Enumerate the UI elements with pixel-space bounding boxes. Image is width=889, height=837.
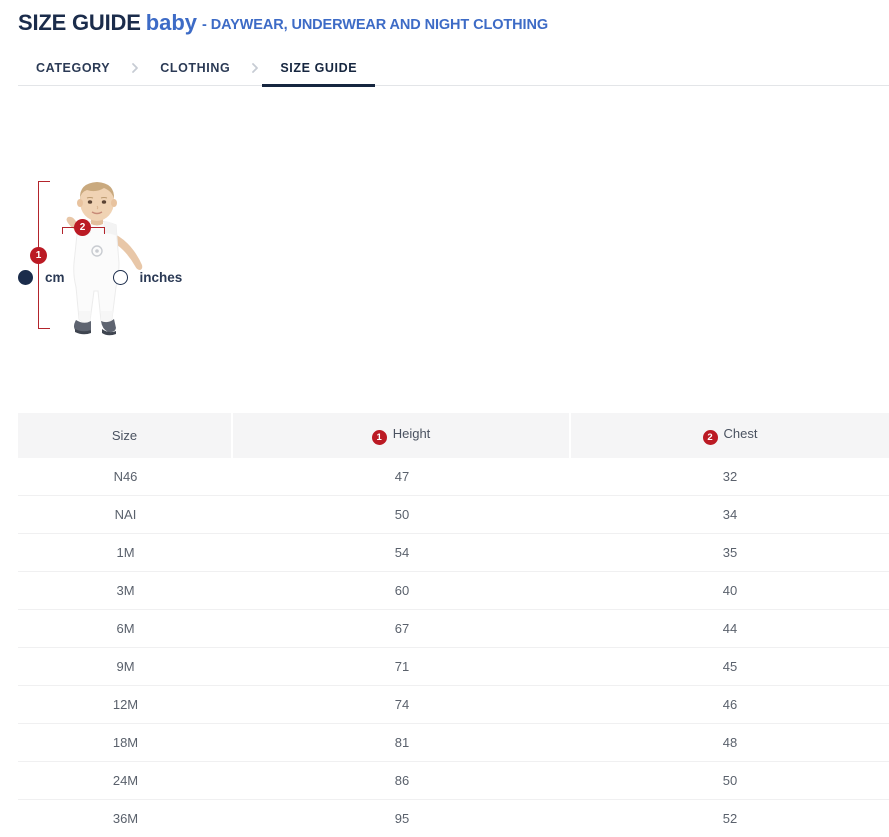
column-header-height-label: Height <box>393 426 431 441</box>
table-row: 36M 95 52 <box>18 800 889 837</box>
cell-size: 3M <box>18 572 233 610</box>
column-header-size: Size <box>18 413 233 458</box>
breadcrumb: CATEGORY CLOTHING SIZE GUIDE <box>18 52 889 86</box>
measurement-figure-zone: 1 2 cm inches <box>0 94 889 349</box>
table-row: NAI 50 34 <box>18 496 889 534</box>
cell-chest: 46 <box>571 686 889 724</box>
cell-chest: 52 <box>571 800 889 837</box>
page-title-main: SIZE GUIDE <box>18 10 141 35</box>
cell-height: 81 <box>233 724 571 762</box>
cell-chest: 34 <box>571 496 889 534</box>
table-row: 1M 54 35 <box>18 534 889 572</box>
size-table-header: Size 1 Height 2 Chest <box>18 413 889 458</box>
page-header: SIZE GUIDEbaby - DAYWEAR, UNDERWEAR AND N… <box>0 0 889 34</box>
chest-badge-icon: 2 <box>703 430 718 445</box>
cell-chest: 50 <box>571 762 889 800</box>
column-header-chest: 2 Chest <box>571 413 889 458</box>
column-header-height: 1 Height <box>233 413 571 458</box>
unit-selector: cm inches <box>18 270 182 285</box>
unit-option-cm-label: cm <box>45 270 65 285</box>
cell-size: NAI <box>18 496 233 534</box>
table-row: N46 47 32 <box>18 458 889 496</box>
chest-measure-badge: 2 <box>74 219 91 236</box>
height-line-bottom-cap <box>38 328 50 329</box>
cell-size: 6M <box>18 610 233 648</box>
cell-chest: 35 <box>571 534 889 572</box>
cell-size: N46 <box>18 458 233 496</box>
table-row: 3M 60 40 <box>18 572 889 610</box>
unit-option-cm[interactable]: cm <box>18 270 65 285</box>
chest-line-right-tick <box>104 227 105 234</box>
cell-size: 36M <box>18 800 233 837</box>
column-header-size-label: Size <box>112 428 137 443</box>
cell-height: 47 <box>233 458 571 496</box>
chevron-right-icon <box>248 61 262 85</box>
radio-inches-icon[interactable] <box>113 270 128 285</box>
page-title-subtitle: - DAYWEAR, UNDERWEAR AND NIGHT CLOTHING <box>202 17 548 33</box>
cell-height: 86 <box>233 762 571 800</box>
page-title: SIZE GUIDEbaby - DAYWEAR, UNDERWEAR AND N… <box>18 12 889 34</box>
table-row: 6M 67 44 <box>18 610 889 648</box>
cell-height: 50 <box>233 496 571 534</box>
cell-chest: 44 <box>571 610 889 648</box>
cell-size: 9M <box>18 648 233 686</box>
table-row: 18M 81 48 <box>18 724 889 762</box>
cell-height: 74 <box>233 686 571 724</box>
size-guide-table: Size 1 Height 2 Chest N46 47 32 NAI 50 34 … <box>18 413 889 837</box>
cell-height: 54 <box>233 534 571 572</box>
page-title-accent: baby <box>146 10 197 35</box>
baby-photo <box>46 179 148 337</box>
column-header-chest-label: Chest <box>724 426 758 441</box>
cell-chest: 32 <box>571 458 889 496</box>
breadcrumb-item-category[interactable]: CATEGORY <box>18 61 128 85</box>
unit-option-inches[interactable]: inches <box>113 270 183 285</box>
cell-size: 1M <box>18 534 233 572</box>
cell-height: 71 <box>233 648 571 686</box>
unit-option-inches-label: inches <box>140 270 183 285</box>
baby-measurement-diagram: 1 2 <box>18 179 148 344</box>
height-badge-icon: 1 <box>372 430 387 445</box>
radio-cm-icon[interactable] <box>18 270 33 285</box>
cell-chest: 45 <box>571 648 889 686</box>
cell-height: 67 <box>233 610 571 648</box>
cell-chest: 40 <box>571 572 889 610</box>
cell-size: 12M <box>18 686 233 724</box>
chevron-right-icon <box>128 61 142 85</box>
size-table-header-row: Size 1 Height 2 Chest <box>18 413 889 458</box>
table-row: 24M 86 50 <box>18 762 889 800</box>
breadcrumb-item-clothing[interactable]: CLOTHING <box>142 61 248 85</box>
breadcrumb-item-size-guide[interactable]: SIZE GUIDE <box>262 61 375 85</box>
height-line-top-cap <box>38 181 50 182</box>
cell-size: 24M <box>18 762 233 800</box>
cell-height: 95 <box>233 800 571 837</box>
size-table-body: N46 47 32 NAI 50 34 1M 54 35 3M 60 40 6M… <box>18 458 889 837</box>
cell-size: 18M <box>18 724 233 762</box>
chest-line-left-tick <box>62 227 63 234</box>
cell-chest: 48 <box>571 724 889 762</box>
table-row: 12M 74 46 <box>18 686 889 724</box>
cell-height: 60 <box>233 572 571 610</box>
height-measure-badge: 1 <box>30 247 47 264</box>
table-row: 9M 71 45 <box>18 648 889 686</box>
